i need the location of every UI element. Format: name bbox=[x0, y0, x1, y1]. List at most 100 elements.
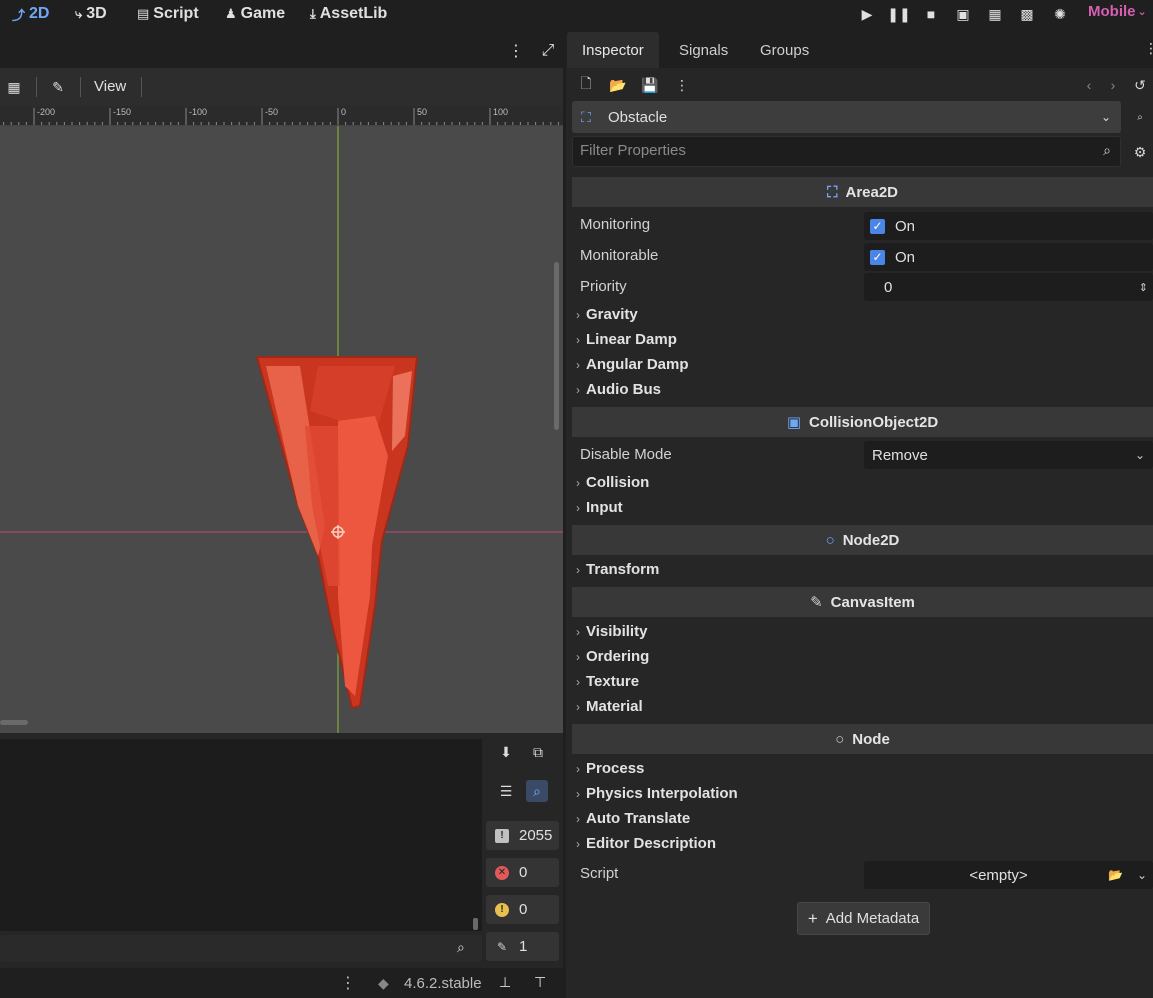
history-icon[interactable]: ↺ bbox=[1130, 75, 1150, 95]
group-process[interactable]: › Process bbox=[576, 760, 644, 777]
checkmark-icon: ✓ bbox=[870, 218, 885, 234]
view-menu[interactable]: View bbox=[94, 78, 126, 95]
tab-groups[interactable]: Groups bbox=[745, 32, 824, 68]
priority-spinbox[interactable]: 0 ⇕ bbox=[864, 273, 1153, 301]
group-auto-translate[interactable]: › Auto Translate bbox=[576, 810, 690, 827]
movie-maker-icon[interactable]: ✺ bbox=[1049, 4, 1071, 24]
monitoring-checkbox[interactable]: ✓ On bbox=[864, 212, 1153, 240]
load-script-icon[interactable]: 📂 bbox=[1108, 868, 1123, 882]
play-scene-icon[interactable]: ▦ bbox=[984, 4, 1006, 24]
open-resource-icon[interactable]: 📂 bbox=[608, 75, 628, 95]
group-label: Transform bbox=[586, 561, 660, 578]
chevron-down-icon[interactable]: ⌄ bbox=[1137, 868, 1147, 882]
chevron-right-icon: › bbox=[576, 357, 580, 372]
back-icon[interactable]: ‹ bbox=[1079, 75, 1099, 95]
collapse-lines-icon[interactable]: ☰ bbox=[495, 780, 517, 802]
area2d-icon: ⛶ bbox=[581, 108, 591, 125]
group-input[interactable]: › Input bbox=[576, 499, 623, 516]
group-linear-damp[interactable]: › Linear Damp bbox=[576, 331, 677, 348]
save-resource-icon[interactable]: 💾 bbox=[640, 75, 660, 95]
chevron-right-icon: › bbox=[576, 649, 580, 664]
group-label: Material bbox=[586, 698, 643, 715]
messages-count: 2055 bbox=[519, 827, 553, 844]
bone-tool-icon[interactable]: ✎ bbox=[48, 77, 68, 97]
group-material[interactable]: › Material bbox=[576, 698, 643, 715]
add-metadata-button[interactable]: + Add Metadata bbox=[797, 902, 930, 935]
output-filter-input[interactable] bbox=[0, 935, 482, 962]
section-area2d: ⛶ Area2D bbox=[572, 177, 1153, 207]
editor-tabs-strip: ⋮ ⤢ bbox=[0, 32, 563, 68]
tab-signals[interactable]: Signals bbox=[664, 32, 743, 68]
group-audio-bus[interactable]: › Audio Bus bbox=[576, 381, 661, 398]
snap-grid-icon[interactable]: ▦ bbox=[4, 77, 24, 97]
object-selector[interactable]: ⛶ Obstacle ⌄ bbox=[572, 101, 1121, 133]
chevron-right-icon: › bbox=[576, 307, 580, 322]
toggle-search-icon[interactable]: ⌕ bbox=[526, 780, 548, 802]
ruler-label: 0 bbox=[341, 107, 346, 117]
workspace-label: 3D bbox=[86, 5, 107, 22]
remote-debug-icon[interactable]: ▣ bbox=[952, 4, 974, 24]
workspace-tab-2d[interactable]: ⤴ 2D bbox=[12, 2, 49, 26]
tab-inspector[interactable]: Inspector bbox=[567, 32, 659, 68]
group-visibility[interactable]: › Visibility bbox=[576, 623, 647, 640]
warning-icon: ! bbox=[495, 902, 509, 917]
filter-properties-field[interactable]: ⌕ bbox=[572, 136, 1121, 167]
chevron-right-icon: › bbox=[576, 761, 580, 776]
canvas-viewport[interactable] bbox=[0, 126, 563, 733]
pause-icon[interactable]: ❚❚ bbox=[887, 4, 910, 24]
group-transform[interactable]: › Transform bbox=[576, 561, 659, 578]
chevron-right-icon: › bbox=[576, 332, 580, 347]
forward-icon[interactable]: › bbox=[1103, 75, 1123, 95]
group-texture[interactable]: › Texture bbox=[576, 673, 639, 690]
group-label: Collision bbox=[586, 474, 650, 491]
script-field[interactable]: <empty> 📂 ⌄ bbox=[864, 861, 1153, 889]
collision-object-icon: ▣ bbox=[786, 414, 801, 431]
play-custom-scene-icon[interactable]: ▩ bbox=[1016, 4, 1038, 24]
section-title: Node2D bbox=[842, 531, 900, 549]
distraction-free-icon[interactable]: ⤢ bbox=[537, 40, 559, 62]
copy-output-icon[interactable]: ⧉ bbox=[527, 741, 549, 763]
renderer-selector[interactable]: Mobile ⌄ bbox=[1088, 3, 1147, 20]
chevron-right-icon: › bbox=[576, 786, 580, 801]
kebab-menu-icon[interactable]: ⋮ bbox=[1144, 40, 1153, 57]
disable-mode-select[interactable]: Remove ⌄ bbox=[864, 441, 1153, 469]
group-physics-interpolation[interactable]: › Physics Interpolation bbox=[576, 785, 738, 802]
horizontal-scrollbar[interactable] bbox=[0, 720, 28, 725]
group-editor-description[interactable]: › Editor Description bbox=[576, 835, 716, 852]
output-scrollbar[interactable] bbox=[473, 918, 478, 930]
pencil-icon: ✎ bbox=[810, 594, 823, 611]
expand-bottom-panel-icon[interactable]: ⊤ bbox=[534, 974, 546, 991]
ruler-label: -150 bbox=[113, 107, 131, 117]
section-title: Node bbox=[852, 730, 890, 748]
workspace-tab-3d[interactable]: ⤷ 3D bbox=[75, 2, 107, 26]
group-ordering[interactable]: › Ordering bbox=[576, 648, 649, 665]
doc-icon[interactable]: ⌕ bbox=[1130, 107, 1150, 127]
clear-output-icon[interactable]: ⬇ bbox=[495, 741, 517, 763]
errors-count-toggle[interactable]: ✕ 0 bbox=[486, 858, 559, 887]
warnings-count-toggle[interactable]: ! 0 bbox=[486, 895, 559, 924]
workspace-label: 2D bbox=[29, 5, 50, 22]
kebab-menu-icon[interactable]: ⋮ bbox=[337, 972, 359, 994]
messages-count-toggle[interactable]: ! 2055 bbox=[486, 821, 559, 850]
group-label: Editor Description bbox=[586, 835, 717, 852]
monitorable-checkbox[interactable]: ✓ On bbox=[864, 243, 1153, 271]
group-angular-damp[interactable]: › Angular Damp bbox=[576, 356, 689, 373]
property-settings-icon[interactable]: ⚙ bbox=[1130, 142, 1150, 162]
plus-icon: + bbox=[807, 908, 818, 928]
vertical-scrollbar[interactable] bbox=[554, 262, 559, 430]
workspace-tab-game[interactable]: ♟ Game bbox=[225, 2, 285, 26]
pin-panel-icon[interactable]: ⊥ bbox=[499, 974, 511, 991]
editor-messages-count-toggle[interactable]: ✎ 1 bbox=[486, 932, 559, 961]
kebab-menu-icon[interactable]: ⋮ bbox=[672, 75, 692, 95]
stop-icon[interactable]: ■ bbox=[920, 4, 942, 24]
filter-properties-input[interactable] bbox=[580, 142, 1080, 159]
group-gravity[interactable]: › Gravity bbox=[576, 306, 638, 323]
new-resource-icon[interactable]: 🗋 bbox=[576, 75, 596, 95]
play-icon[interactable]: ▶ bbox=[856, 4, 878, 24]
workspace-tab-assetlib[interactable]: ⤓ AssetLib bbox=[310, 2, 387, 26]
chevron-right-icon: › bbox=[576, 836, 580, 851]
priority-label: Priority bbox=[580, 278, 627, 295]
kebab-menu-icon[interactable]: ⋮ bbox=[505, 40, 527, 62]
workspace-tab-script[interactable]: ▤ Script bbox=[137, 2, 199, 26]
group-collision[interactable]: › Collision bbox=[576, 474, 649, 491]
